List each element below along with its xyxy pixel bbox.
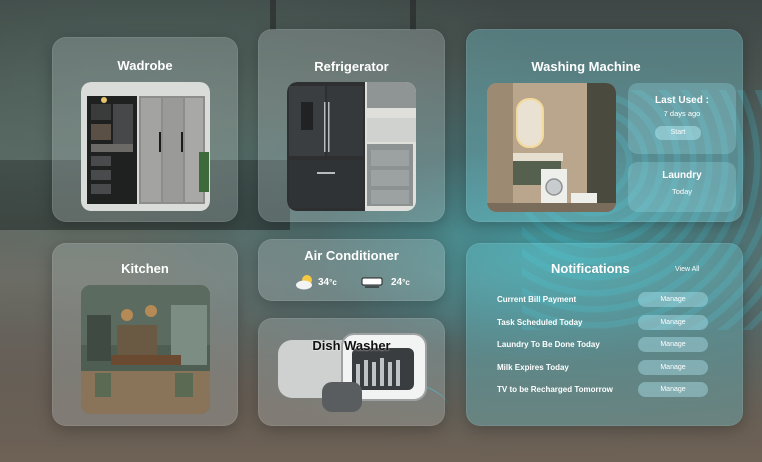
card-title: Air Conditioner bbox=[304, 248, 399, 263]
card-title: Dish Washer bbox=[312, 338, 391, 353]
notifications-card: Notifications View All Current Bill Paym… bbox=[466, 243, 743, 426]
notification-item: Laundry To Be Done Today bbox=[497, 340, 600, 349]
last-used-label: Last Used : bbox=[655, 95, 709, 106]
bg-lamp bbox=[410, 0, 416, 30]
temp-unit: °c bbox=[329, 278, 337, 287]
outdoor-temp: 34°c bbox=[318, 277, 337, 288]
dish-washer-card[interactable]: Dish Washer bbox=[258, 318, 445, 426]
indoor-temp: 24°c bbox=[391, 277, 410, 288]
refrigerator-image bbox=[287, 82, 416, 211]
weather-sun-cloud-icon bbox=[295, 274, 315, 290]
manage-button[interactable]: Manage bbox=[638, 337, 708, 352]
wardrobe-image bbox=[81, 82, 210, 211]
notification-item: Task Scheduled Today bbox=[497, 317, 583, 327]
wardrobe-card[interactable]: Wadrobe bbox=[52, 37, 238, 222]
temp-unit: °c bbox=[402, 278, 410, 287]
ac-unit-icon bbox=[361, 276, 383, 288]
notifications-title: Notifications bbox=[551, 261, 630, 276]
manage-button[interactable]: Manage bbox=[638, 359, 708, 375]
bg-lamp bbox=[270, 0, 276, 30]
air-conditioner-card[interactable]: Air Conditioner 34°c 24°c bbox=[258, 239, 445, 301]
laundry-label: Laundry bbox=[662, 170, 702, 181]
notification-item: TV to be Recharged Tomorrow bbox=[497, 385, 613, 394]
manage-button[interactable]: Manage bbox=[638, 292, 708, 307]
card-title: Wadrobe bbox=[117, 58, 173, 73]
last-used-panel: Last Used : 7 days ago Start bbox=[628, 83, 736, 154]
outdoor-temp-value: 34 bbox=[318, 277, 330, 288]
indoor-temp-value: 24 bbox=[391, 277, 403, 288]
laundry-panel: Laundry Today bbox=[628, 162, 736, 212]
washing-machine-card[interactable]: Washing Machine Last Used : 7 days ago S… bbox=[466, 29, 743, 222]
refrigerator-card[interactable]: Refrigerator bbox=[258, 29, 445, 222]
notification-item: Milk Expires Today bbox=[497, 362, 569, 372]
notification-item: Current Bill Payment bbox=[497, 295, 577, 304]
card-title: Kitchen bbox=[121, 261, 169, 276]
laundry-value: Today bbox=[671, 187, 692, 196]
view-all-link[interactable]: View All bbox=[675, 266, 699, 273]
card-title: Washing Machine bbox=[531, 59, 641, 74]
last-used-value: 7 days ago bbox=[663, 109, 701, 118]
kitchen-image bbox=[81, 285, 210, 414]
kitchen-card[interactable]: Kitchen bbox=[52, 243, 238, 426]
card-title: Refrigerator bbox=[314, 59, 389, 74]
manage-button[interactable]: Manage bbox=[638, 314, 708, 330]
manage-button[interactable]: Manage bbox=[638, 382, 708, 397]
start-button[interactable]: Start bbox=[655, 126, 701, 140]
washing-machine-image bbox=[487, 83, 616, 212]
